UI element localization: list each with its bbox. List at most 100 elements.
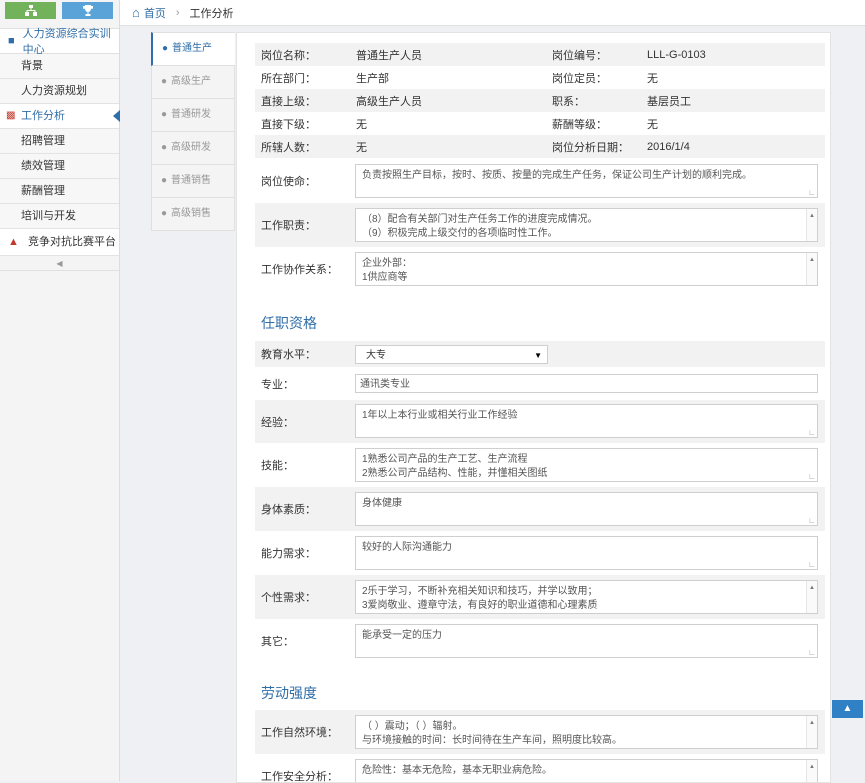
tab-label: 高级研发 (171, 142, 212, 153)
other-textarea[interactable]: 能承受一定的压力 ∟ (355, 624, 818, 658)
tab-label: 普通研发 (171, 109, 212, 120)
user-icon: ● (161, 175, 168, 186)
resize-grip-icon[interactable]: ∟ (808, 429, 816, 437)
scrollbar[interactable]: ▲▼ (806, 760, 817, 782)
tab-senior-sales[interactable]: ● 高级销售 (151, 198, 235, 231)
trophy-button[interactable] (62, 2, 113, 19)
mission-row: 岗位使命： 负责按照生产目标，按时、按质、按量的完成生产任务，保证公司生产计划的… (255, 159, 825, 203)
active-indicator-arrow (113, 110, 120, 122)
trophy-icon: ▲ (8, 236, 19, 248)
tab-senior-production[interactable]: ● 高级生产 (151, 66, 235, 99)
ability-textarea[interactable]: 较好的人际沟通能力 ∟ (355, 536, 818, 570)
scrollbar[interactable]: ▲▼ (806, 716, 817, 748)
other-row: 其它： 能承受一定的压力 ∟ (255, 619, 825, 663)
field-label: 能力需求： (261, 548, 316, 560)
field-label: 所在部门： (261, 72, 316, 85)
sidebar-item-competition[interactable]: ▲ 竞争对抗比赛平台 (0, 229, 119, 256)
scrollbar[interactable]: ▲▼ (806, 209, 817, 241)
relation-line: 1供应商等 (362, 272, 408, 283)
field-label: 专业： (261, 378, 294, 391)
info-row: 直接上级： 高级生产人员 职系： 基层员工 (255, 89, 825, 112)
environment-textarea[interactable]: （ ）震动；（ ）辐射。 与环境接触的时间：长时间待在生产车间，照明度比较高。 … (355, 715, 818, 749)
resize-grip-icon[interactable]: ∟ (808, 517, 816, 525)
sidebar-item-training[interactable]: 培训与开发 (0, 204, 119, 229)
physical-row: 身体素质： 身体健康 ∟ (255, 487, 825, 531)
tab-normal-sales[interactable]: ● 普通销售 (151, 165, 235, 198)
tab-normal-production[interactable]: ● 普通生产 (151, 32, 235, 66)
field-value: 无 (356, 141, 367, 154)
sitemap-button[interactable] (5, 2, 56, 19)
scrollbar[interactable]: ▲▼ (806, 581, 817, 613)
tab-label: 高级生产 (171, 76, 212, 87)
mission-text: 负责按照生产目标，按时、按质、按量的完成生产任务，保证公司生产计划的顺利完成。 (362, 170, 752, 181)
back-to-top-button[interactable]: ▲ (832, 700, 863, 718)
resize-grip-icon[interactable]: ∟ (808, 473, 816, 481)
resize-grip-icon[interactable]: ∟ (808, 649, 816, 657)
ability-row: 能力需求： 较好的人际沟通能力 ∟ (255, 531, 825, 575)
sidebar: ■ 人力资源综合实训中心 背景 人力资源规划 ▩ 工作分析 招聘管理 绩效管理 … (0, 0, 120, 781)
personality-line: 3爱岗敬业、遵章守法，有良好的职业道德和心理素质 (362, 600, 598, 611)
skill-row: 技能： 1熟悉公司产品的生产工艺、生产流程 2熟悉公司产品结构、性能，并懂相关图… (255, 443, 825, 487)
info-row: 所在部门： 生产部 岗位定员： 无 (255, 66, 825, 89)
education-value: 大专 (366, 350, 386, 361)
competition-label: 竞争对抗比赛平台 (27, 236, 116, 248)
sidebar-item-compensation[interactable]: 薪酬管理 (0, 179, 119, 204)
environment-row: 工作自然环境： （ ）震动；（ ）辐射。 与环境接触的时间：长时间待在生产车间，… (255, 710, 825, 754)
major-input[interactable]: 通讯类专业 (355, 374, 818, 393)
sidebar-item-background[interactable]: 背景 (0, 54, 119, 79)
labor-section-title: 劳动强度 (261, 685, 317, 701)
home-icon[interactable]: ⌂ (132, 5, 140, 20)
environment-line: 与环境接触的时间：长时间待在生产车间，照明度比较高。 (362, 735, 622, 746)
field-label: 岗位编号： (552, 49, 607, 62)
scrollbar[interactable]: ▲▼ (806, 253, 817, 285)
sitemap-icon (24, 5, 37, 16)
duty-row: 工作职责： （8）配合有关部门对生产任务工作的进度完成情况。 （9）积极完成上级… (255, 203, 825, 247)
skill-textarea[interactable]: 1熟悉公司产品的生产工艺、生产流程 2熟悉公司产品结构、性能，并懂相关图纸 ∟ (355, 448, 818, 482)
mission-textarea[interactable]: 负责按照生产目标，按时、按质、按量的完成生产任务，保证公司生产计划的顺利完成。 … (355, 164, 818, 198)
experience-textarea[interactable]: 1年以上本行业或相关行业工作经验 ∟ (355, 404, 818, 438)
sidebar-item-hr-planning[interactable]: 人力资源规划 (0, 79, 119, 104)
field-label: 工作职责： (261, 220, 316, 232)
duty-textarea[interactable]: （8）配合有关部门对生产任务工作的进度完成情况。 （9）积极完成上级交付的各项临… (355, 208, 818, 242)
sidebar-item-label: 招聘管理 (21, 135, 65, 147)
sidebar-item-job-analysis[interactable]: ▩ 工作分析 (0, 104, 120, 129)
sidebar-collapse-button[interactable]: ◀ (0, 258, 119, 271)
duty-line: （9）积极完成上级交付的各项临时性工作。 (362, 228, 558, 239)
chevron-left-icon: ◀ (56, 259, 63, 268)
resize-grip-icon[interactable]: ∟ (808, 189, 816, 197)
field-label: 身体素质： (261, 504, 316, 516)
ability-text: 较好的人际沟通能力 (362, 542, 452, 553)
safety-textarea[interactable]: 危险性：基本无危险，基本无职业病危险。 ▲▼ (355, 759, 818, 782)
sidebar-item-label: 背景 (21, 60, 43, 72)
job-tabs: ● 普通生产 ● 高级生产 ● 普通研发 ● 高级研发 ● 普通销售 ● 高级销售 (151, 32, 235, 231)
center-label: 人力资源综合实训中心 (22, 28, 111, 56)
field-label: 岗位使命： (261, 176, 316, 188)
breadcrumb-home-link[interactable]: 首页 (144, 5, 166, 21)
field-value: 无 (647, 118, 658, 131)
sidebar-item-label: 工作分析 (21, 110, 65, 122)
personality-textarea[interactable]: 2乐于学习，不断补充相关知识和技巧，并学以致用； 3爱岗敬业、遵章守法，有良好的… (355, 580, 818, 614)
info-row: 所辖人数： 无 岗位分析日期： 2016/1/4 (255, 135, 825, 158)
relation-textarea[interactable]: 企业外部： 1供应商等 ▲▼ (355, 252, 818, 286)
tab-normal-rnd[interactable]: ● 普通研发 (151, 99, 235, 132)
field-label: 教育水平： (261, 349, 316, 361)
field-value: 生产部 (356, 72, 389, 85)
field-label: 工作自然环境： (261, 727, 338, 739)
environment-line: （ ）震动；（ ）辐射。 (362, 721, 463, 732)
resize-grip-icon[interactable]: ∟ (808, 561, 816, 569)
field-label: 所辖人数： (261, 141, 316, 154)
tab-senior-rnd[interactable]: ● 高级研发 (151, 132, 235, 165)
field-label: 岗位定员： (552, 72, 607, 85)
field-value: 2016/1/4 (647, 140, 690, 153)
job-analysis-icon: ▩ (6, 110, 16, 121)
physical-textarea[interactable]: 身体健康 ∟ (355, 492, 818, 526)
physical-text: 身体健康 (362, 498, 402, 509)
field-value: 基层员工 (647, 95, 691, 108)
field-label: 直接下级： (261, 118, 316, 131)
education-select[interactable]: 大专 ▼ (355, 345, 548, 364)
sidebar-item-recruitment[interactable]: 招聘管理 (0, 129, 119, 154)
field-value: 普通生产人员 (356, 49, 422, 62)
relation-row: 工作协作关系： 企业外部： 1供应商等 ▲▼ (255, 247, 825, 291)
sidebar-item-performance[interactable]: 绩效管理 (0, 154, 119, 179)
hr-training-center-header[interactable]: ■ 人力资源综合实训中心 (0, 28, 119, 56)
